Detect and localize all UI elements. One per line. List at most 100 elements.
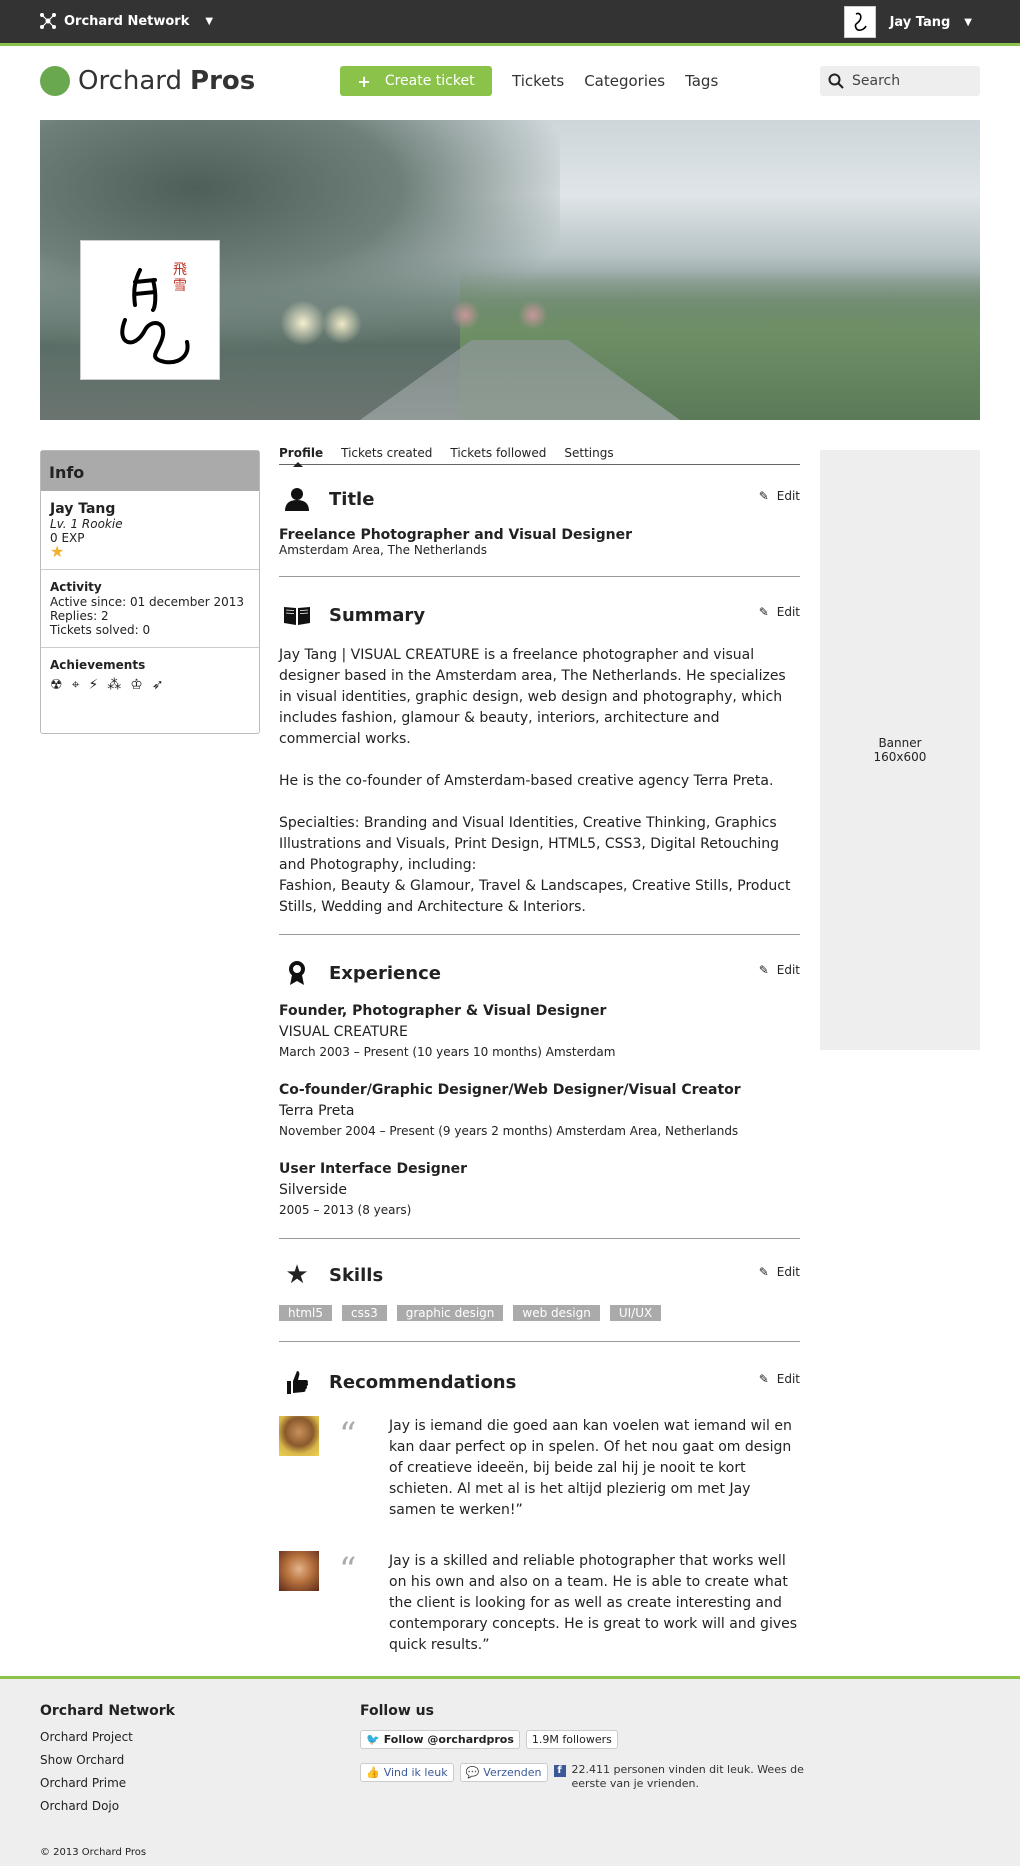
replies-count: Replies: 2 [50, 609, 109, 623]
info-activity: Activity Active since: 01 december 2013 … [41, 570, 259, 648]
site-footer: Orchard Network Orchard Project Show Orc… [0, 1676, 1020, 1866]
summary-section: Summary ✎ Edit Jay Tang | VISUAL CREATUR… [279, 577, 800, 935]
logo-mark-icon [40, 66, 70, 96]
network-brand-label: Orchard Network [64, 13, 190, 29]
experience-company: VISUAL CREATURE [279, 1024, 408, 1040]
pencil-icon: ✎ [758, 963, 769, 977]
footer-network: Orchard Network Orchard Project Show Orc… [40, 1703, 175, 1822]
svg-text:飛: 飛 [173, 262, 187, 278]
skill-tag[interactable]: UI/UX [609, 1305, 662, 1321]
facebook-like-count: 22.411 personen vinden dit leuk. Wees de… [571, 1763, 804, 1790]
footer-link[interactable]: Orchard Project [40, 1730, 175, 1744]
caret-down-icon: ▼ [964, 16, 972, 28]
recommendation-item: “ Jay is a skilled and reliable photogra… [279, 1551, 800, 1656]
site-header: Orchard Pros + Create ticket Tickets Cat… [40, 60, 980, 100]
section-title: Skills [329, 1264, 384, 1286]
achievement-list: ☢ ⌖ ⚡ ⁂ ♔ ➶ [50, 678, 250, 692]
skill-tag[interactable]: graphic design [396, 1305, 504, 1321]
info-panel: Info Jay Tang Lv. 1 Rookie 0 EXP ★ Activ… [40, 450, 260, 734]
experience-company: Silverside [279, 1182, 348, 1198]
svg-text:雪: 雪 [173, 278, 187, 294]
twitter-follow-button[interactable]: 🐦 Follow @orchardpros [360, 1730, 520, 1749]
star-icon: ★ [50, 542, 65, 561]
pencil-icon: ✎ [758, 1265, 769, 1279]
thumbs-up-icon: 👍 [366, 1766, 380, 1779]
info-name: Jay Tang [50, 501, 116, 517]
experience-role: User Interface Designer [279, 1161, 468, 1177]
pencil-icon: ✎ [758, 605, 769, 619]
footer-follow-title: Follow us [360, 1703, 434, 1719]
experience-item: Co-founder/Graphic Designer/Web Designer… [279, 1080, 800, 1139]
network-brand[interactable]: Orchard Network ▼ [40, 13, 213, 29]
experience-period: March 2003 – Present (10 years 10 months… [279, 1045, 616, 1059]
create-ticket-button[interactable]: + Create ticket [340, 66, 492, 96]
footer-link[interactable]: Orchard Prime [40, 1776, 175, 1790]
profile-tabs: Profile Tickets created Tickets followed… [279, 446, 800, 467]
facebook-widget: 👍 Vind ik leuk 💬 Verzenden f 22.411 pers… [360, 1763, 812, 1791]
info-profile: Jay Tang Lv. 1 Rookie 0 EXP ★ [41, 491, 259, 570]
edit-label: Edit [776, 1372, 800, 1386]
caret-down-icon: ▼ [205, 15, 214, 27]
activity-title: Activity [50, 580, 102, 594]
experience-period: November 2004 – Present (9 years 2 month… [279, 1124, 739, 1138]
stars-icon[interactable]: ⁂ [107, 678, 121, 692]
user-name: Jay Tang [889, 14, 951, 30]
ad-banner[interactable]: Banner 160x600 [820, 450, 980, 1050]
tab-tickets-created[interactable]: Tickets created [341, 446, 432, 460]
footer-link[interactable]: Orchard Dojo [40, 1799, 175, 1813]
radiation-icon[interactable]: ☢ [50, 678, 63, 692]
experience-role: Co-founder/Graphic Designer/Web Designer… [279, 1082, 741, 1098]
edit-experience-button[interactable]: ✎ Edit [759, 963, 800, 977]
experience-period: 2005 – 2013 (8 years) [279, 1203, 412, 1217]
skills-section: ★ Skills ✎ Edit html5 css3 graphic desig… [279, 1239, 800, 1342]
footer-network-title: Orchard Network [40, 1703, 175, 1719]
main-nav: Tickets Categories Tags [512, 72, 718, 90]
recommendation-text: Jay is iemand die goed aan kan voelen wa… [389, 1418, 792, 1518]
book-icon [279, 604, 315, 626]
send-label: Verzenden [483, 1766, 542, 1779]
summary-paragraph: He is the co-founder of Amsterdam-based … [279, 773, 774, 789]
nav-categories[interactable]: Categories [584, 72, 665, 90]
trophy-icon[interactable]: ♔ [130, 678, 143, 692]
search-input[interactable]: Search [820, 66, 980, 96]
nav-tags[interactable]: Tags [685, 72, 718, 90]
like-label: Vind ik leuk [383, 1766, 448, 1779]
crosshair-icon[interactable]: ⌖ [72, 678, 80, 692]
title-section-head: Title ✎ Edit [279, 479, 800, 519]
logo-text-light: Orchard [78, 66, 183, 96]
rocket-icon[interactable]: ➶ [152, 678, 164, 692]
logo-text-bold: Pros [190, 66, 256, 96]
recommender-avatar[interactable] [279, 1416, 319, 1456]
profile-picture: 飛 雪 [80, 240, 220, 380]
summary-paragraph: Jay Tang | VISUAL CREATURE is a freelanc… [279, 647, 786, 747]
skill-tag[interactable]: web design [513, 1305, 600, 1321]
edit-label: Edit [776, 605, 800, 619]
tab-tickets-followed[interactable]: Tickets followed [450, 446, 546, 460]
recommender-avatar[interactable] [279, 1551, 319, 1591]
facebook-like-button[interactable]: 👍 Vind ik leuk [360, 1763, 454, 1782]
edit-summary-button[interactable]: ✎ Edit [759, 605, 800, 619]
edit-recommendations-button[interactable]: ✎ Edit [759, 1372, 800, 1386]
site-logo[interactable]: Orchard Pros [40, 66, 255, 96]
nav-tickets[interactable]: Tickets [512, 72, 564, 90]
edit-title-button[interactable]: ✎ Edit [759, 489, 800, 503]
skill-tags: html5 css3 graphic design web design UI/… [279, 1295, 800, 1341]
twitter-follow-label: Follow @orchardpros [383, 1733, 514, 1746]
profile-main: Profile Tickets created Tickets followed… [279, 446, 800, 1686]
summary-paragraph: Specialties: Branding and Visual Identit… [279, 815, 779, 873]
skill-tag[interactable]: html5 [279, 1305, 332, 1321]
lightning-icon[interactable]: ⚡ [88, 678, 98, 692]
title-role: Freelance Photographer and Visual Design… [279, 527, 632, 543]
edit-skills-button[interactable]: ✎ Edit [759, 1265, 800, 1279]
footer-link[interactable]: Show Orchard [40, 1753, 175, 1767]
section-title: Recommendations [329, 1371, 517, 1393]
create-ticket-label: Create ticket [384, 73, 475, 89]
tab-profile[interactable]: Profile [279, 446, 323, 467]
user-menu[interactable]: Jay Tang ▼ [843, 6, 972, 38]
title-section: Title ✎ Edit Freelance Photographer and … [279, 465, 800, 577]
followers-count: 1.9M followers [525, 1730, 618, 1749]
facebook-send-button[interactable]: 💬 Verzenden [459, 1763, 548, 1782]
experience-item: User Interface Designer Silverside 2005 … [279, 1159, 800, 1218]
tab-settings[interactable]: Settings [564, 446, 613, 460]
skill-tag[interactable]: css3 [341, 1305, 387, 1321]
